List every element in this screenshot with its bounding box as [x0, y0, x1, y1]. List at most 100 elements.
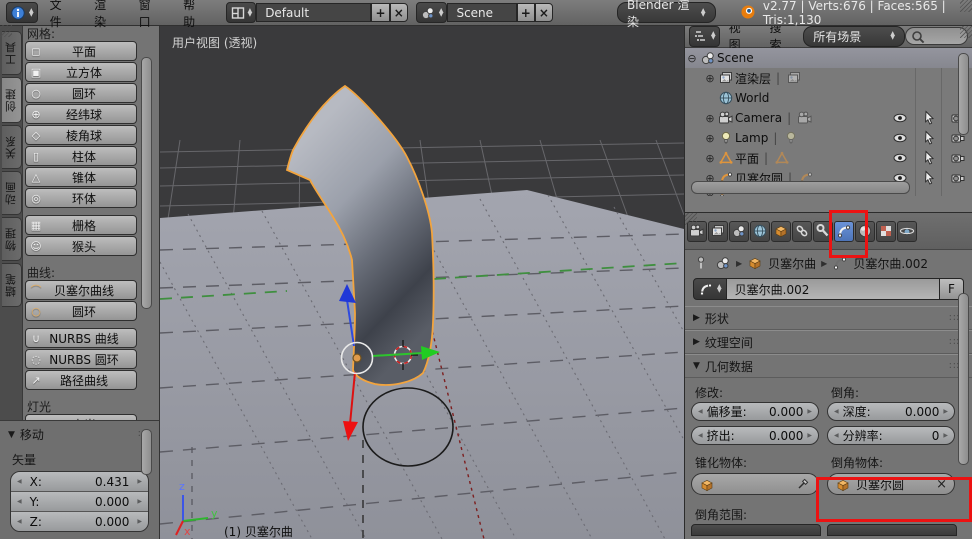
add-cylinder-button[interactable]: ▯柱体 [25, 146, 137, 166]
hide-eye-icon[interactable] [892, 150, 908, 166]
datablock-name-field[interactable]: 贝塞尔曲.002 [727, 278, 940, 300]
close-scene-button[interactable]: × [535, 3, 553, 22]
tab-relations[interactable]: 关系 [2, 125, 22, 169]
add-cone-button[interactable]: △锥体 [25, 167, 137, 187]
bevel-depth-slider[interactable]: ◀ 深度: 0.000 ▶ [827, 402, 955, 421]
properties-scrollbar[interactable] [958, 293, 969, 465]
expand-icon[interactable]: ⊕ [703, 72, 717, 85]
disclosure-triangle-icon[interactable]: ▶ [693, 313, 700, 323]
move-y-slider[interactable]: ◀ Y: 0.000 ▶ [11, 492, 148, 512]
bevel-object-field[interactable]: 贝塞尔圆 × [827, 473, 955, 495]
breadcrumb-data-name[interactable]: 贝塞尔曲.002 [853, 255, 928, 272]
bevel-factor-partial-widget[interactable] [691, 524, 821, 536]
slider-left-arrow-icon[interactable]: ◀ [834, 408, 839, 415]
taper-object-field[interactable] [691, 473, 819, 495]
scene-selector[interactable]: ▲▼ [416, 2, 448, 23]
menu-file[interactable]: 文件 [50, 0, 70, 30]
menu-render[interactable]: 渲染 [94, 0, 114, 30]
add-cube-button[interactable]: ▣立方体 [25, 62, 137, 82]
outliner-row-lamp[interactable]: ⊕ Lamp | [685, 128, 972, 148]
slider-right-arrow-icon[interactable]: ▶ [137, 478, 142, 485]
slider-right-arrow-icon[interactable]: ▶ [137, 498, 142, 505]
outliner-scrollbar[interactable] [958, 53, 969, 135]
add-circle-button[interactable]: ○圆环 [25, 83, 137, 103]
tab-render-layers[interactable] [708, 221, 728, 242]
add-monkey-button[interactable]: ☺猴头 [25, 236, 137, 256]
offset-slider[interactable]: ◀ 偏移量: 0.000 ▶ [691, 402, 819, 421]
add-nurbs-circle-button[interactable]: ◌NURBS 圆环 [25, 349, 137, 369]
datablock-browse-dropdown[interactable]: ▲▼ [693, 278, 727, 300]
add-uv-sphere-button[interactable]: ⊕经纬球 [25, 104, 137, 124]
slider-left-arrow-icon[interactable]: ◀ [17, 478, 22, 485]
hide-eye-icon[interactable] [892, 130, 908, 146]
tab-world[interactable] [750, 221, 770, 242]
add-torus-button[interactable]: ◎环体 [25, 188, 137, 208]
add-ico-sphere-button[interactable]: ◇棱角球 [25, 125, 137, 145]
add-bezier-circle-button[interactable]: ○圆环 [25, 301, 137, 321]
tab-texture[interactable] [876, 221, 896, 242]
outliner-row-render-layers[interactable]: ⊕ 渲染层 | [685, 68, 972, 88]
add-layout-button[interactable]: + [371, 3, 389, 22]
panel-texture-space[interactable]: ▶ 纹理空间 ∷∷ [685, 330, 972, 354]
selectable-cursor-icon[interactable] [921, 150, 937, 166]
renderable-camera-icon[interactable] [950, 170, 966, 186]
menu-window[interactable]: 窗口 [139, 0, 159, 30]
operator-panel-scrollbar[interactable] [141, 429, 152, 475]
outliner-horizontal-scrollbar[interactable] [691, 181, 910, 194]
tab-tools[interactable]: 工具 [2, 31, 22, 75]
slider-left-arrow-icon[interactable]: ◀ [698, 408, 703, 415]
slider-left-arrow-icon[interactable]: ◀ [698, 432, 703, 439]
selectable-cursor-icon[interactable] [921, 110, 937, 126]
slider-left-arrow-icon[interactable]: ◀ [17, 498, 22, 505]
collapse-icon[interactable]: ⊖ [685, 52, 699, 65]
add-nurbs-curve-button[interactable]: ∪NURBS 曲线 [25, 328, 137, 348]
screen-layout-selector[interactable]: ▲▼ [226, 2, 257, 23]
selectable-cursor-icon[interactable] [921, 170, 937, 186]
slider-right-arrow-icon[interactable]: ▶ [807, 432, 812, 439]
outliner-row-camera[interactable]: ⊕ Camera | [685, 108, 972, 128]
tab-physics[interactable]: 物理 [2, 217, 22, 261]
disclosure-triangle-icon[interactable]: ▼ [8, 430, 15, 440]
area-corner-handle[interactable] [960, 26, 972, 38]
area-corner-handle[interactable] [0, 25, 12, 37]
panel-geometry[interactable]: ▼ 几何数据 ∷∷ [685, 354, 972, 378]
add-grid-button[interactable]: ▦栅格 [25, 215, 137, 235]
slider-left-arrow-icon[interactable]: ◀ [834, 432, 839, 439]
breadcrumb-object-name[interactable]: 贝塞尔曲 [768, 255, 816, 272]
area-corner-handle[interactable] [685, 213, 697, 225]
disclosure-triangle-icon[interactable]: ▶ [693, 337, 700, 347]
move-z-slider[interactable]: ◀ Z: 0.000 ▶ [11, 512, 148, 531]
menu-help[interactable]: 帮助 [183, 0, 203, 30]
bevel-factor-partial-widget[interactable] [827, 524, 957, 536]
screen-layout-name-field[interactable]: Default [256, 3, 371, 22]
expand-icon[interactable]: ⊕ [703, 152, 717, 165]
selectable-cursor-icon[interactable] [921, 130, 937, 146]
tool-shelf-scrollbar[interactable] [141, 57, 152, 309]
tab-object[interactable] [771, 221, 791, 242]
slider-right-arrow-icon[interactable]: ▶ [943, 432, 948, 439]
expand-icon[interactable]: ⊕ [703, 132, 717, 145]
3d-viewport[interactable]: 用户视图 (透视) (1) 贝塞尔曲 z y x [160, 25, 684, 539]
tab-modifiers[interactable] [813, 221, 833, 242]
add-scene-button[interactable]: + [517, 3, 535, 22]
tab-object-data[interactable] [834, 221, 854, 242]
tab-material[interactable] [855, 221, 875, 242]
slider-right-arrow-icon[interactable]: ▶ [807, 408, 812, 415]
outliner-display-filter-dropdown[interactable]: 所有场景 ▲▼ [803, 26, 905, 47]
slider-right-arrow-icon[interactable]: ▶ [137, 518, 142, 525]
add-bezier-curve-button[interactable]: ⌒贝塞尔曲线 [25, 280, 137, 300]
pin-icon[interactable] [693, 255, 709, 271]
close-layout-button[interactable]: × [390, 3, 408, 22]
tab-physics[interactable] [897, 221, 917, 242]
eyedropper-icon[interactable] [796, 475, 811, 494]
move-x-slider[interactable]: ◀ X: 0.431 ▶ [11, 472, 148, 492]
extrude-slider[interactable]: ◀ 挤出: 0.000 ▶ [691, 426, 819, 445]
add-plane-button[interactable]: ◻平面 [25, 41, 137, 61]
outliner-row-world[interactable]: World [685, 88, 972, 108]
outliner-row-plane[interactable]: ⊕ 平面 | [685, 148, 972, 168]
bevel-resolution-slider[interactable]: ◀ 分辨率: 0 ▶ [827, 426, 955, 445]
tab-animation[interactable]: 动画 [2, 171, 22, 215]
tab-grease-pencil[interactable]: 蜡笔 [2, 263, 22, 307]
expand-icon[interactable]: ⊕ [703, 112, 717, 125]
slider-right-arrow-icon[interactable]: ▶ [943, 408, 948, 415]
